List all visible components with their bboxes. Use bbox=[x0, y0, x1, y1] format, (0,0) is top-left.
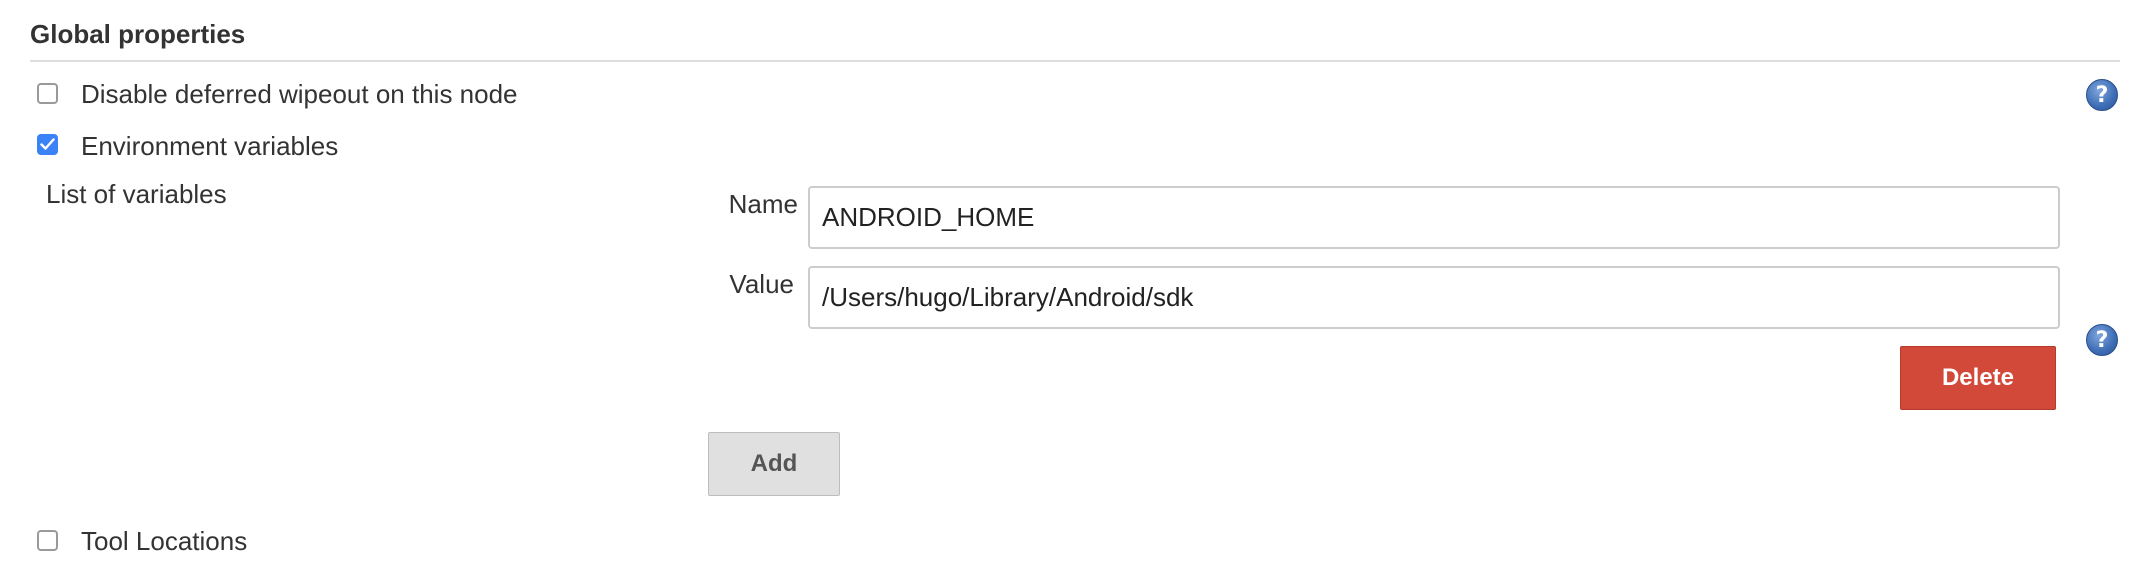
name-input[interactable] bbox=[808, 186, 2060, 249]
tool-locations-checkbox[interactable] bbox=[37, 530, 58, 551]
tool-locations-label[interactable]: Tool Locations bbox=[81, 526, 247, 557]
env-vars-label[interactable]: Environment variables bbox=[81, 131, 338, 162]
list-of-variables-label: List of variables bbox=[46, 179, 227, 209]
name-field-label: Name bbox=[728, 189, 798, 219]
check-icon bbox=[40, 138, 55, 150]
help-glyph: ? bbox=[2095, 327, 2109, 353]
value-field-label: Value bbox=[729, 269, 794, 299]
value-input[interactable] bbox=[808, 266, 2060, 329]
delete-button[interactable]: Delete bbox=[1900, 346, 2056, 410]
section-divider bbox=[30, 60, 2120, 62]
help-glyph: ? bbox=[2095, 82, 2109, 108]
env-vars-checkbox[interactable] bbox=[37, 134, 58, 155]
disable-wipeout-checkbox[interactable] bbox=[37, 83, 58, 104]
help-icon[interactable]: ? bbox=[2086, 324, 2118, 356]
disable-wipeout-label[interactable]: Disable deferred wipeout on this node bbox=[81, 79, 518, 110]
section-title: Global properties bbox=[30, 19, 246, 49]
help-icon[interactable]: ? bbox=[2086, 79, 2118, 111]
add-button[interactable]: Add bbox=[708, 432, 840, 496]
